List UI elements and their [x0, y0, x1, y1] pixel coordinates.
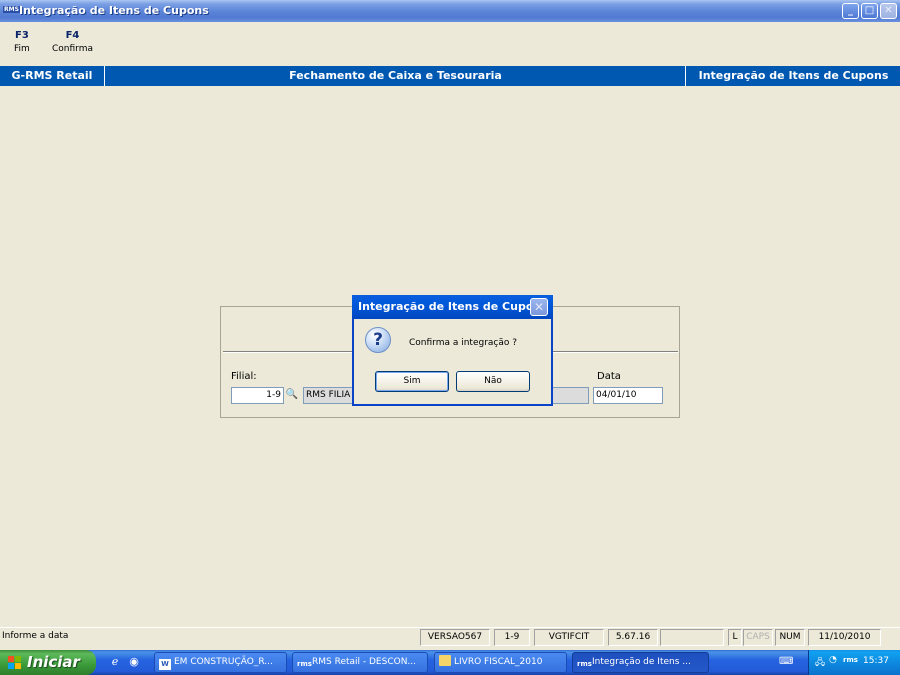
start-button[interactable]: Iniciar: [0, 650, 96, 675]
header-screen-name: Integração de Itens de Cupons: [698, 69, 889, 82]
window-titlebar[interactable]: RMS Integração de Itens de Cupons _ □ ✕: [0, 0, 900, 22]
close-button[interactable]: ✕: [880, 3, 897, 19]
header-module-name: Fechamento de Caixa e Tesouraria: [106, 66, 686, 86]
status-filial: 1-9: [494, 629, 530, 646]
dialog-title: Integração de Itens de Cupons: [352, 295, 553, 319]
dialog-close-button[interactable]: ✕: [530, 298, 548, 316]
data-input[interactable]: 04/01/10: [593, 387, 663, 404]
rms-icon: rms: [577, 660, 592, 668]
rms-app-icon: RMS: [3, 6, 20, 13]
internet-explorer-icon[interactable]: ℯ: [107, 654, 123, 670]
dialog-message: Confirma a integração ?: [409, 338, 518, 348]
f3-fim-button[interactable]: F3 Fim: [14, 30, 30, 54]
keyboard-icon[interactable]: ⌨: [779, 656, 793, 668]
volume-icon[interactable]: ◔: [829, 655, 837, 665]
taskbar: Iniciar ℯ ◉ W EM CONSTRUÇÃO_R... rmsRMS R…: [0, 650, 900, 675]
confirm-dialog: Integração de Itens de Cupons ✕ ? Confir…: [352, 295, 553, 406]
no-button[interactable]: Não: [456, 371, 530, 392]
status-num: NUM: [775, 629, 805, 646]
f3-label: Fim: [14, 44, 30, 54]
data-label: Data: [597, 371, 621, 382]
status-version: VERSAO567: [420, 629, 490, 646]
system-tray: 🖧 ◔ rms 15:37: [808, 650, 900, 675]
taskbar-item-rms-retail[interactable]: rmsRMS Retail - DESCON...: [292, 652, 428, 673]
f4-key: F4: [65, 30, 80, 41]
task-label: EM CONSTRUÇÃO_R...: [174, 657, 273, 667]
yes-button[interactable]: Sim: [375, 371, 449, 392]
taskbar-item-word[interactable]: W EM CONSTRUÇÃO_R...: [154, 652, 287, 673]
task-label: RMS Retail - DESCON...: [312, 657, 417, 667]
task-label: LIVRO FISCAL_2010: [454, 657, 543, 667]
status-bar: Informe a data VERSAO567 1-9 VGTIFCIT 5.…: [0, 627, 900, 647]
status-empty: [660, 629, 724, 646]
status-l: L: [728, 629, 742, 646]
status-message: Informe a data: [2, 631, 69, 641]
f3-key: F3: [15, 30, 29, 41]
window-title: Integração de Itens de Cupons: [19, 4, 209, 17]
f4-confirma-button[interactable]: F4 Confirma: [52, 30, 93, 54]
status-caps: CAPS: [743, 629, 773, 646]
minimize-button[interactable]: _: [842, 3, 859, 19]
status-program: VGTIFCIT: [534, 629, 604, 646]
binoculars-search-icon[interactable]: 🔍: [284, 387, 300, 403]
rms-icon: rms: [297, 660, 312, 668]
windows-flag-icon: [8, 656, 22, 669]
word-icon: W: [159, 659, 171, 670]
filial-input[interactable]: 1-9: [231, 387, 284, 404]
f4-label: Confirma: [52, 44, 93, 54]
quicklaunch-browser-icon[interactable]: ◉: [126, 654, 142, 670]
question-icon: ?: [365, 327, 391, 353]
start-label: Iniciar: [27, 653, 80, 671]
rms-tray-icon[interactable]: rms: [843, 656, 858, 664]
header-system-name: G-RMS Retail: [0, 66, 105, 86]
header-band: G-RMS Retail Fechamento de Caixa e Tesou…: [0, 66, 900, 86]
taskbar-item-integracao[interactable]: rmsIntegração de Itens ...: [572, 652, 709, 673]
network-icon[interactable]: 🖧: [815, 655, 825, 671]
clock[interactable]: 15:37: [863, 656, 889, 666]
status-date: 11/10/2010: [808, 629, 881, 646]
taskbar-item-folder[interactable]: LIVRO FISCAL_2010: [434, 652, 567, 673]
filial-label: Filial:: [231, 371, 257, 382]
task-label: Integração de Itens ...: [592, 657, 691, 667]
maximize-button[interactable]: □: [861, 3, 878, 19]
folder-icon: [439, 655, 451, 666]
status-release: 5.67.16: [608, 629, 658, 646]
